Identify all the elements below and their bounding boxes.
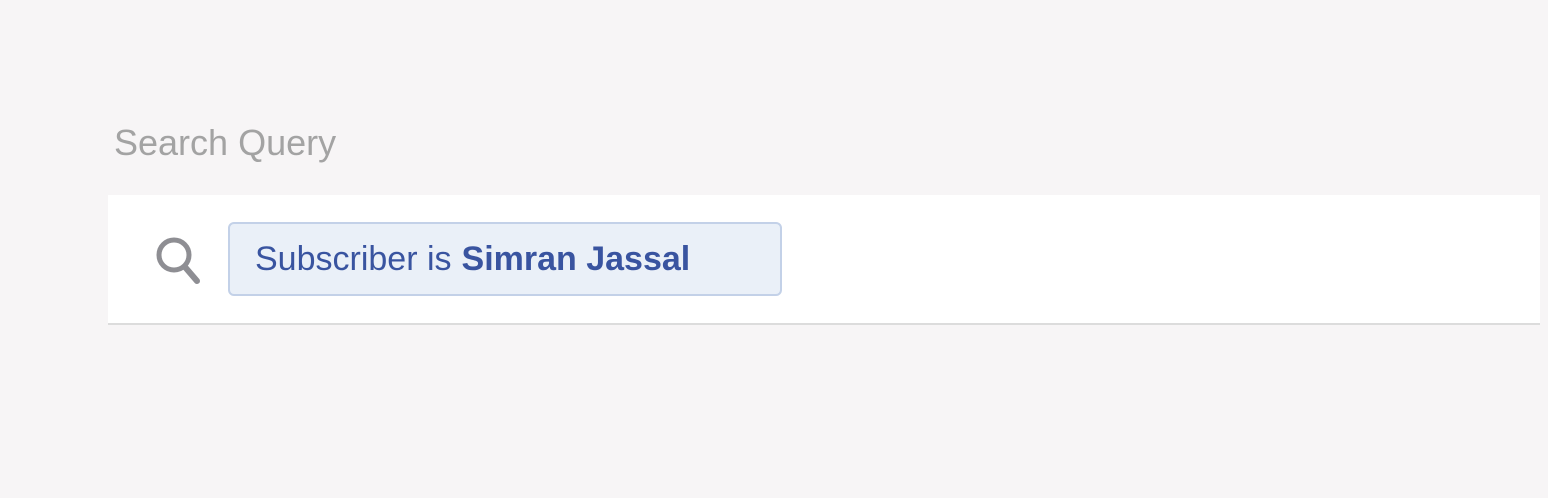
search-icon[interactable] <box>154 235 204 287</box>
search-bar[interactable]: Subscriber is Simran Jassal <box>108 195 1540 325</box>
filter-field-text: Subscriber is <box>255 239 452 278</box>
filter-value-text: Simran Jassal <box>461 239 691 278</box>
search-query-label: Search Query <box>114 122 337 163</box>
subscriber-filter-token[interactable]: Subscriber is Simran Jassal <box>228 222 782 296</box>
